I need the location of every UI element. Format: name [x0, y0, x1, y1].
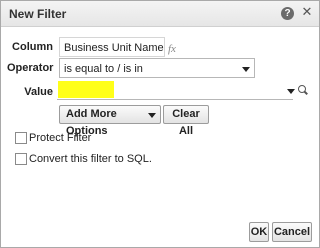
add-more-options-button[interactable]: Add More Options: [59, 105, 161, 137]
cancel-button[interactable]: Cancel: [272, 222, 312, 242]
convert-sql-label: Convert this filter to SQL.: [29, 153, 152, 165]
yellow-highlight: [58, 81, 114, 98]
protect-filter-label: Protect Filter: [29, 132, 92, 144]
convert-sql-checkbox[interactable]: [15, 153, 27, 165]
protect-filter-checkbox[interactable]: [15, 132, 27, 144]
operator-value: is equal to / is in: [64, 63, 143, 75]
new-filter-dialog: New Filter ? ✕ Column Business Unit Name…: [0, 0, 320, 248]
chevron-down-icon: [148, 113, 156, 118]
column-value: Business Unit Name: [64, 42, 164, 54]
ok-button[interactable]: OK: [249, 222, 269, 242]
operator-label: Operator: [7, 62, 54, 74]
column-field[interactable]: Business Unit Name: [59, 37, 165, 57]
value-label: Value: [24, 86, 53, 98]
search-icon[interactable]: [298, 85, 306, 93]
help-icon[interactable]: ?: [281, 7, 294, 20]
clear-all-button[interactable]: Clear All: [163, 105, 209, 137]
chevron-down-icon: [242, 67, 250, 72]
column-label: Column: [12, 41, 53, 53]
dialog-titlebar: New Filter ? ✕: [1, 1, 319, 27]
dialog-title: New Filter: [9, 7, 67, 21]
operator-select[interactable]: is equal to / is in: [59, 58, 255, 78]
close-icon[interactable]: ✕: [301, 5, 313, 19]
value-dropdown-icon[interactable]: [287, 89, 295, 94]
fx-icon[interactable]: fx: [168, 43, 176, 55]
